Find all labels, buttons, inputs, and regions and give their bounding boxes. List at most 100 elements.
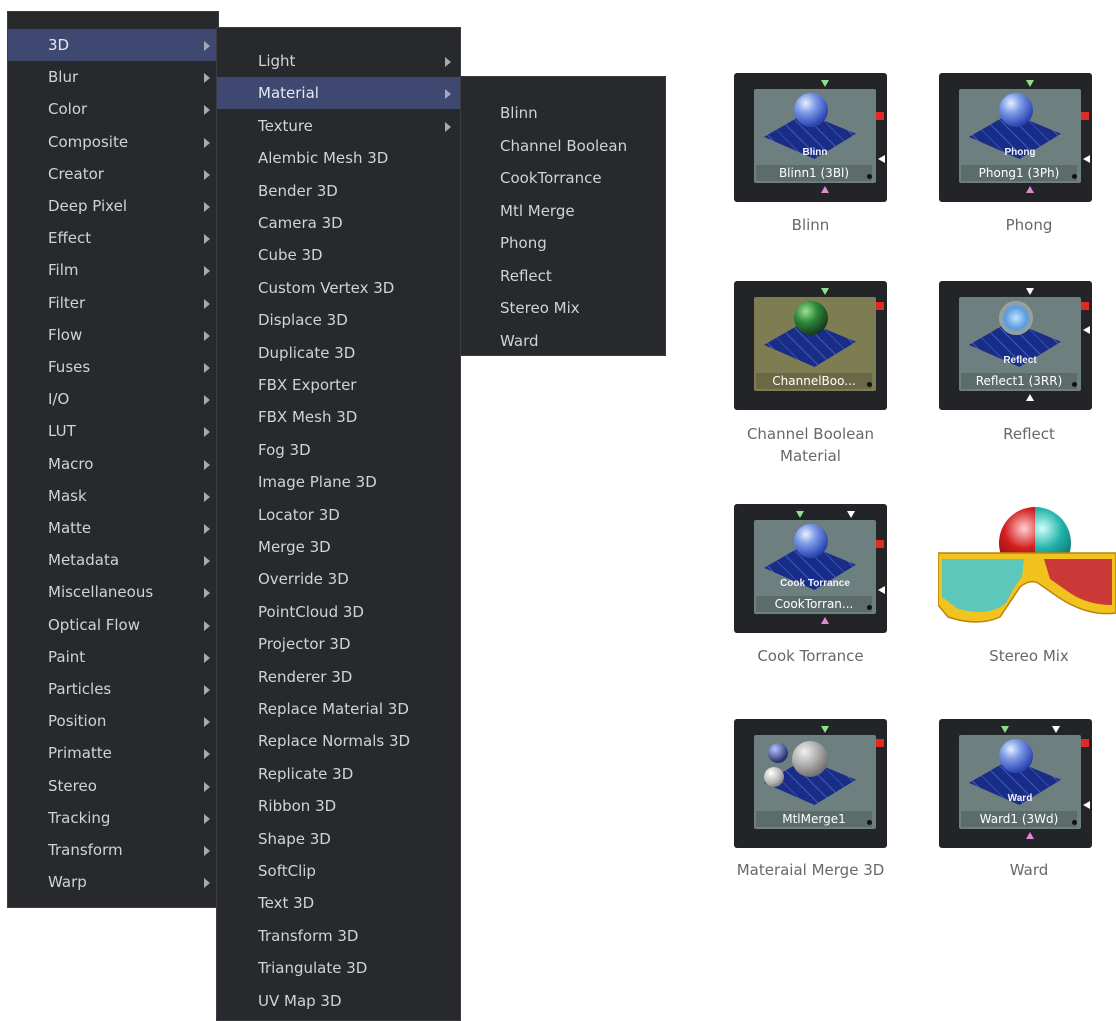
submenu-arrow-icon <box>204 41 210 51</box>
caption-line: Material <box>780 447 841 465</box>
material-item-ward[interactable]: Ward <box>461 325 665 357</box>
material-item-phong[interactable]: Phong <box>461 227 665 259</box>
submenu-item-displace-3d[interactable]: Displace 3D <box>217 304 460 336</box>
menu-item-label: Effect <box>48 229 92 248</box>
node-card-channel-boolean[interactable]: ChannelBoo... <box>734 281 887 410</box>
menu-item-label: Transform <box>48 841 123 859</box>
submenu-item-pointcloud-3d[interactable]: PointCloud 3D <box>217 596 460 628</box>
menu-item-label: Replace Normals 3D <box>258 732 411 751</box>
menu-item-transform[interactable]: Transform <box>8 834 218 866</box>
menu-item-paint[interactable]: Paint <box>8 641 218 673</box>
submenu-item-uv-map-3d[interactable]: UV Map 3D <box>217 985 460 1017</box>
submenu-item-fbx-mesh-3d[interactable]: FBX Mesh 3D <box>217 401 460 433</box>
input-port-icon <box>1083 155 1090 163</box>
menu-item-color[interactable]: Color <box>8 93 218 125</box>
node-status-dot <box>867 174 872 179</box>
submenu-item-fbx-exporter[interactable]: FBX Exporter <box>217 369 460 401</box>
material-item-blinn[interactable]: Blinn <box>461 97 665 129</box>
submenu-item-text-3d[interactable]: Text 3D <box>217 887 460 919</box>
material-item-cooktorrance[interactable]: CookTorrance <box>461 162 665 194</box>
node-card-blinn[interactable]: Blinn Blinn1 (3Bl) <box>734 73 887 202</box>
menu-item-miscellaneous[interactable]: Miscellaneous <box>8 576 218 608</box>
menu-item-label: Replicate 3D <box>258 764 354 783</box>
submenu-item-texture[interactable]: Texture <box>217 110 460 142</box>
output-port-icon <box>876 739 884 747</box>
submenu-item-triangulate-3d[interactable]: Triangulate 3D <box>217 952 460 984</box>
submenu-arrow-icon <box>204 363 210 373</box>
node-caption-channel-boolean: Channel Boolean Material <box>734 423 887 467</box>
submenu-item-merge-3d[interactable]: Merge 3D <box>217 531 460 563</box>
menu-item-tracking[interactable]: Tracking <box>8 802 218 834</box>
submenu-item-replicate-3d[interactable]: Replicate 3D <box>217 758 460 790</box>
submenu-item-custom-vertex-3d[interactable]: Custom Vertex 3D <box>217 272 460 304</box>
menu-item-macro[interactable]: Macro <box>8 448 218 480</box>
menu-item-fuses[interactable]: Fuses <box>8 351 218 383</box>
submenu-item-ribbon-3d[interactable]: Ribbon 3D <box>217 790 460 822</box>
menu-item-deep-pixel[interactable]: Deep Pixel <box>8 190 218 222</box>
submenu-item-override-3d[interactable]: Override 3D <box>217 563 460 595</box>
node-card-ward[interactable]: Ward Ward1 (3Wd) <box>939 719 1092 848</box>
material-item-mtl-merge[interactable]: Mtl Merge <box>461 195 665 227</box>
menu-item-position[interactable]: Position <box>8 705 218 737</box>
submenu-item-locator-3d[interactable]: Locator 3D <box>217 499 460 531</box>
submenu-item-fog-3d[interactable]: Fog 3D <box>217 434 460 466</box>
menu-item-primatte[interactable]: Primatte <box>8 737 218 769</box>
node-card-reflect[interactable]: Reflect Reflect1 (3RR) <box>939 281 1092 410</box>
submenu-arrow-icon <box>204 813 210 824</box>
menu-item-label: Ribbon 3D <box>258 797 337 816</box>
submenu-item-duplicate-3d[interactable]: Duplicate 3D <box>217 337 460 369</box>
node-card-cook-torrance[interactable]: Cook Torrance CookTorran... <box>734 504 887 633</box>
node-card-phong[interactable]: Phong Phong1 (3Ph) <box>939 73 1092 202</box>
input-port-icon <box>1083 326 1090 334</box>
menu-item-optical-flow[interactable]: Optical Flow <box>8 609 218 641</box>
input-port-icon <box>1026 288 1034 295</box>
menu-item-label: Channel Boolean <box>500 136 628 155</box>
input-port-icon <box>1001 726 1009 733</box>
submenu-item-light[interactable]: Light <box>217 45 460 77</box>
menu-item-particles[interactable]: Particles <box>8 673 218 705</box>
submenu-item-material[interactable]: Material <box>217 77 460 110</box>
submenu-item-cube-3d[interactable]: Cube 3D <box>217 239 460 271</box>
material-item-channel-boolean[interactable]: Channel Boolean <box>461 130 665 162</box>
menu-item-film[interactable]: Film <box>8 254 218 286</box>
menu-item-label: 3D <box>48 36 70 54</box>
menu-item-label: Merge 3D <box>258 538 331 556</box>
submenu-item-shape-3d[interactable]: Shape 3D <box>217 823 460 855</box>
submenu-item-replace-normals-3d[interactable]: Replace Normals 3D <box>217 725 460 757</box>
sphere-icon <box>999 93 1033 127</box>
menu-item-lut[interactable]: LUT <box>8 415 218 447</box>
node-card-mtl-merge[interactable]: MtlMerge1 <box>734 719 887 848</box>
input-port-icon <box>821 80 829 87</box>
submenu-item-renderer-3d[interactable]: Renderer 3D <box>217 661 460 693</box>
material-item-reflect[interactable]: Reflect <box>461 260 665 292</box>
stereo-mix-icon[interactable] <box>938 505 1116 635</box>
menu-item-label: Shape 3D <box>258 829 331 848</box>
submenu-item-transform-3d[interactable]: Transform 3D <box>217 920 460 952</box>
menu-item-flow[interactable]: Flow <box>8 319 218 351</box>
menu-item-filter[interactable]: Filter <box>8 287 218 319</box>
menu-item-i-o[interactable]: I/O <box>8 383 218 415</box>
menu-item-effect[interactable]: Effect <box>8 222 218 254</box>
submenu-item-alembic-mesh-3d[interactable]: Alembic Mesh 3D <box>217 142 460 174</box>
menu-item-composite[interactable]: Composite <box>8 126 218 158</box>
submenu-item-bender-3d[interactable]: Bender 3D <box>217 175 460 207</box>
submenu-item-projector-3d[interactable]: Projector 3D <box>217 628 460 660</box>
menu-item-3d[interactable]: 3D <box>8 29 218 61</box>
submenu-arrow-icon <box>204 169 210 180</box>
menu-item-matte[interactable]: Matte <box>8 512 218 544</box>
menu-item-blur[interactable]: Blur <box>8 61 218 93</box>
menu-item-label: Deep Pixel <box>48 197 127 215</box>
material-item-stereo-mix[interactable]: Stereo Mix <box>461 292 665 324</box>
menu-item-mask[interactable]: Mask <box>8 480 218 512</box>
submenu-arrow-icon <box>204 652 210 663</box>
submenu-item-image-plane-3d[interactable]: Image Plane 3D <box>217 466 460 498</box>
menu-item-label: Macro <box>48 454 94 473</box>
submenu-item-replace-material-3d[interactable]: Replace Material 3D <box>217 693 460 725</box>
submenu-item-softclip[interactable]: SoftClip <box>217 855 460 887</box>
node-caption-mtl-merge: Materaial Merge 3D <box>736 861 885 879</box>
menu-item-metadata[interactable]: Metadata <box>8 544 218 576</box>
menu-item-creator[interactable]: Creator <box>8 158 218 190</box>
menu-item-warp[interactable]: Warp <box>8 866 218 898</box>
submenu-item-camera-3d[interactable]: Camera 3D <box>217 207 460 239</box>
menu-item-stereo[interactable]: Stereo <box>8 770 218 802</box>
